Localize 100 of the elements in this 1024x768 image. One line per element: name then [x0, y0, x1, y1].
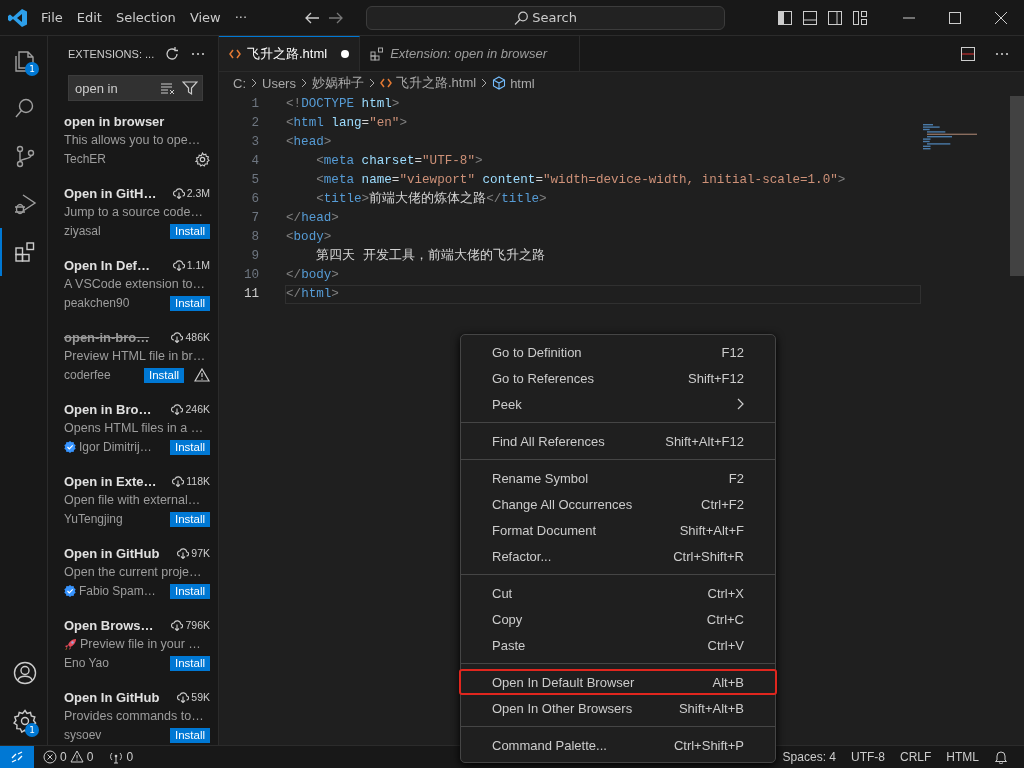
- chevron-right-icon: [250, 78, 258, 88]
- layout-icon[interactable]: [852, 9, 868, 26]
- extension-name: Open in GitH…: [64, 185, 158, 201]
- more-menu[interactable]: ···: [227, 5, 255, 30]
- breadcrumb-item[interactable]: C:: [233, 75, 246, 91]
- menu-item[interactable]: Open In Other Browsers Shift+Alt+B: [459, 695, 777, 721]
- breadcrumb-item[interactable]: html: [510, 75, 535, 91]
- install-button[interactable]: Install: [169, 439, 210, 455]
- editor-tab[interactable]: 飞升之路.html: [219, 36, 361, 71]
- menu-item[interactable]: File: [34, 5, 70, 30]
- line-number: 7: [250, 210, 259, 227]
- install-button[interactable]: Install: [143, 367, 184, 383]
- line-number: 3: [250, 134, 259, 151]
- filter-icon[interactable]: [182, 80, 198, 96]
- extension-name: Open Brows…: [64, 617, 155, 633]
- status-item[interactable]: HTML: [946, 750, 979, 764]
- extensions-icon: [12, 240, 37, 264]
- menu-item[interactable]: Selection: [108, 5, 183, 30]
- run-debug-icon: [12, 192, 37, 216]
- problems-status[interactable]: 0 0: [43, 750, 94, 764]
- extension-name: open-in-bro…: [64, 329, 151, 345]
- clear-filter-icon[interactable]: [160, 80, 176, 96]
- vscode-logo-icon: [8, 7, 28, 28]
- scrollbar[interactable]: [1010, 96, 1024, 276]
- maximize-icon[interactable]: [948, 10, 962, 25]
- menu-item[interactable]: Format Document Shift+Alt+F: [459, 517, 777, 543]
- search-icon: [514, 10, 529, 25]
- menu-item[interactable]: Go to References Shift+F12: [459, 365, 777, 391]
- extension-description: A VSCode extension to…: [64, 277, 206, 291]
- antenna-icon: [109, 750, 124, 764]
- code-line: 第四天 开发工具，前端大佬的飞升之路: [315, 247, 546, 265]
- warning-icon: [194, 368, 210, 382]
- refresh-icon[interactable]: [164, 45, 181, 62]
- menu-item[interactable]: View: [182, 5, 228, 30]
- menu-item[interactable]: Paste Ctrl+V: [459, 632, 777, 658]
- line-number: 1: [250, 96, 259, 113]
- status-item[interactable]: UTF-8: [851, 750, 885, 764]
- menu-item[interactable]: Copy Ctrl+C: [459, 606, 777, 632]
- extension-description: Preview HTML file in br…: [64, 349, 206, 363]
- menu-item[interactable]: Command Palette... Ctrl+Shift+P: [459, 732, 777, 758]
- menu-item[interactable]: Change All Occurrences Ctrl+F2: [459, 491, 777, 517]
- extension-description: Opens HTML files in a …: [64, 421, 204, 435]
- rocket-icon: [64, 637, 77, 651]
- activity-tab[interactable]: 1: [0, 36, 47, 84]
- settings-icon[interactable]: [195, 151, 210, 167]
- files-icon: [12, 48, 37, 72]
- extension-search-field[interactable]: open in: [68, 75, 203, 101]
- menu-item[interactable]: Cut Ctrl+X: [459, 580, 777, 606]
- line-number: 2: [250, 115, 259, 132]
- count-badge: 1: [25, 723, 39, 737]
- extension-name: Open In Def…: [64, 257, 151, 273]
- breadcrumb-item[interactable]: 妙娲种子: [311, 74, 364, 92]
- install-button[interactable]: Install: [169, 511, 210, 527]
- menu-item[interactable]: Refactor... Ctrl+Shift+R: [459, 543, 777, 569]
- panel-toggle-icon[interactable]: [802, 9, 818, 26]
- menu-item[interactable]: Go to Definition F12: [459, 339, 777, 365]
- menu-item[interactable]: Open In Default Browser Alt+B: [459, 669, 777, 695]
- warning-icon: [69, 750, 84, 764]
- code-line: </body>: [285, 267, 340, 284]
- command-search-field[interactable]: Search: [366, 5, 725, 30]
- extension-description: Open the current proje…: [64, 565, 202, 579]
- publisher-name: Igor Dimitrij…: [79, 440, 152, 454]
- install-button[interactable]: Install: [169, 583, 210, 599]
- menu-item[interactable]: Find All References Shift+Alt+F12: [459, 428, 777, 454]
- extension-description: Preview file in your …: [80, 637, 201, 651]
- activity-tab[interactable]: 1: [0, 697, 47, 745]
- download-count: 246K: [185, 403, 210, 415]
- remote-button[interactable]: [0, 746, 34, 768]
- sidebar-toggle-icon[interactable]: [777, 9, 793, 26]
- download-count: 59K: [191, 691, 210, 703]
- download-count: 97K: [191, 547, 210, 559]
- status-item[interactable]: Spaces: 4: [782, 750, 836, 764]
- close-icon[interactable]: [994, 10, 1008, 25]
- extension-description: This allows you to ope…: [64, 133, 201, 147]
- line-number: 8: [250, 229, 259, 246]
- extensions-icon: [370, 46, 385, 61]
- status-item[interactable]: CRLF: [900, 750, 932, 764]
- menu-item[interactable]: Peek: [459, 391, 777, 417]
- menu-item[interactable]: Edit: [69, 5, 109, 30]
- cloud-download-icon: [172, 475, 185, 487]
- install-button[interactable]: Install: [169, 655, 210, 671]
- menu-item[interactable]: Rename Symbol F2: [459, 465, 777, 491]
- bell-icon[interactable]: [994, 750, 1008, 764]
- code-line: <meta charset="UTF-8">: [315, 153, 484, 170]
- cloud-download-icon: [177, 547, 190, 559]
- extension-description: Provides commands to…: [64, 709, 204, 723]
- download-count: 2.3M: [186, 187, 210, 199]
- install-button[interactable]: Install: [169, 727, 210, 743]
- publisher-name: TechER: [64, 152, 107, 166]
- split-layout-icon[interactable]: [827, 9, 843, 26]
- split-editor-icon[interactable]: [960, 45, 976, 62]
- breadcrumb-item[interactable]: 飞升之路.html: [395, 74, 477, 92]
- publisher-name: peakchen90: [64, 296, 130, 310]
- sidebar-title: EXTENSIONS: ...: [68, 47, 155, 60]
- install-button[interactable]: Install: [169, 223, 210, 239]
- install-button[interactable]: Install: [169, 295, 210, 311]
- ports-status[interactable]: 0: [109, 750, 134, 764]
- cloud-download-icon: [172, 187, 185, 199]
- extension-name: Open in GitHub: [64, 545, 161, 561]
- breadcrumb-item[interactable]: Users: [262, 75, 296, 91]
